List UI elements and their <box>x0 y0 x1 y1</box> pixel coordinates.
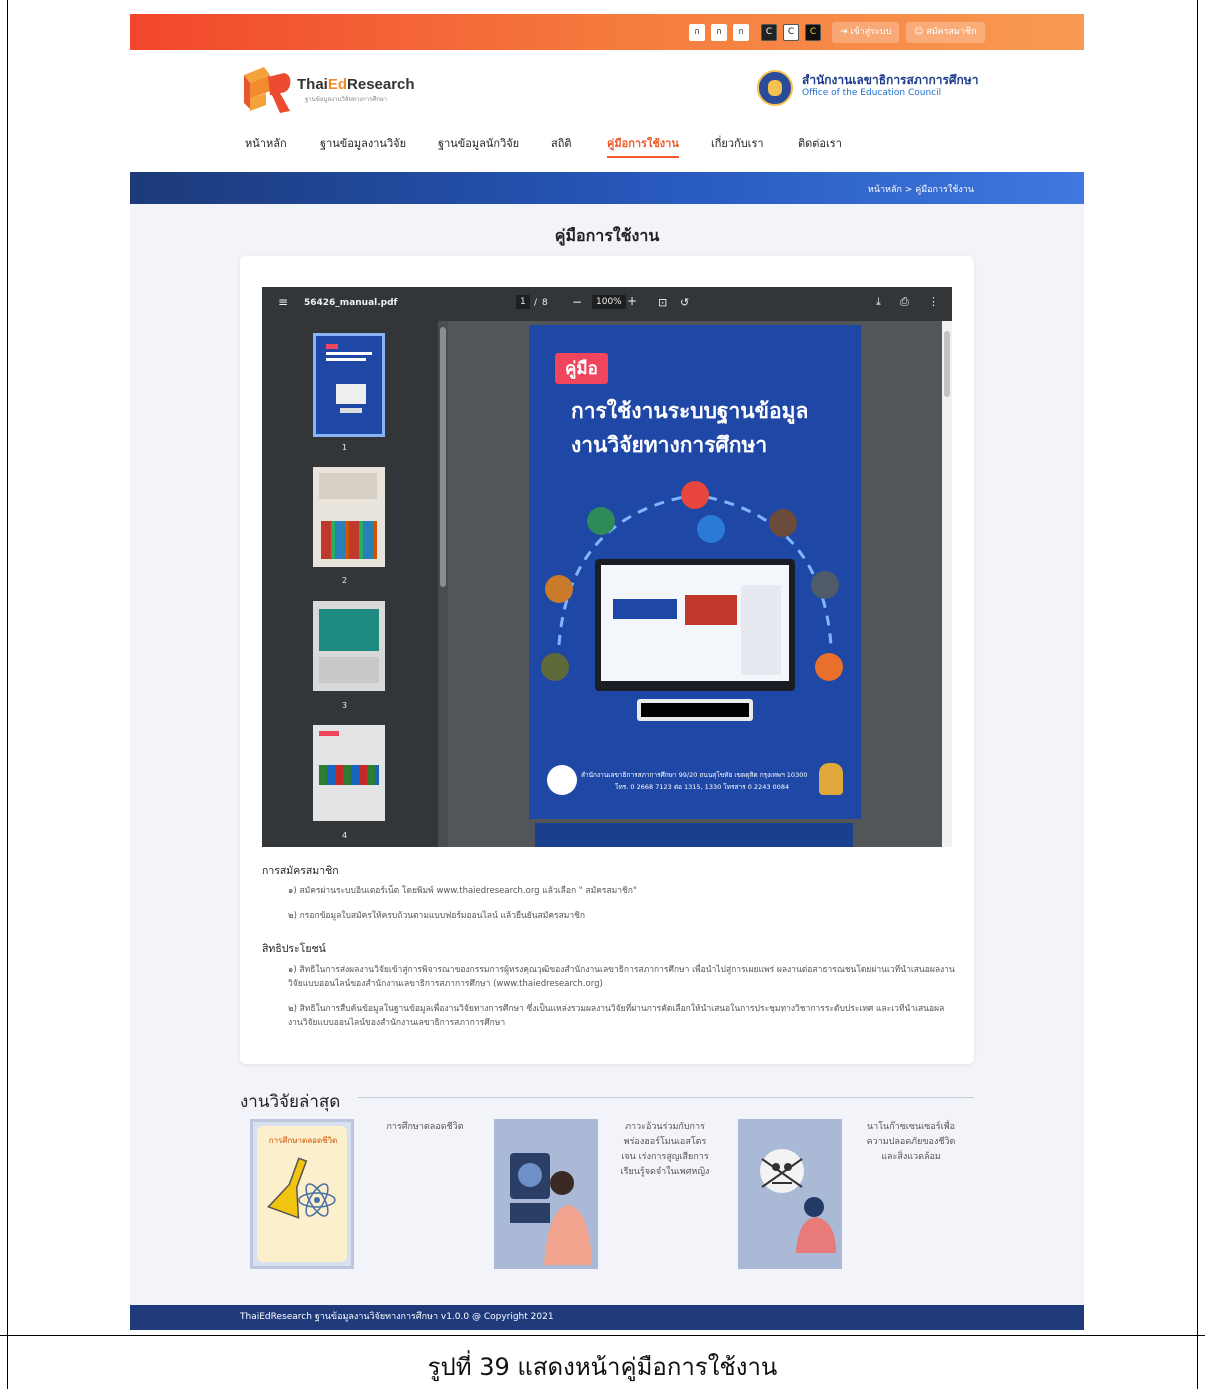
latest-divider <box>358 1097 974 1098</box>
research-cover-3[interactable] <box>738 1119 842 1269</box>
more-options-icon[interactable]: ⋮ <box>928 295 939 308</box>
nav-home[interactable]: หน้าหลัก <box>245 134 287 152</box>
font-size-small-button[interactable]: ก <box>689 24 705 41</box>
section-heading-benefits: สิทธิประโยชน์ <box>262 943 326 955</box>
page-scroll-thumb[interactable] <box>944 331 950 397</box>
top-bar: ก ก ก C C C ⇥ เข้าสู่ระบบ ☺ สมัครสมาชิก <box>130 14 1084 50</box>
pdf-viewer[interactable]: ≡ 56426_manual.pdf 1 / 8 − 100% + ⊡ ↺ ⤓ … <box>262 287 952 847</box>
benefit-1: ๑) สิทธิในการส่งผลงานวิจัยเข้าสู่การพิจา… <box>288 965 955 989</box>
nav-about[interactable]: เกี่ยวกับเรา <box>711 134 764 152</box>
cover-footer: สำนักงานเลขาธิการสภาการศึกษา 99/20 ถนนสุ… <box>581 771 808 791</box>
screenshot: ก ก ก C C C ⇥ เข้าสู่ระบบ ☺ สมัครสมาชิก … <box>130 14 1084 1330</box>
garuda-emblem-icon <box>819 763 843 795</box>
page-thumbnail-4[interactable] <box>313 725 385 821</box>
login-icon: ⇥ <box>840 27 851 37</box>
research-title-2[interactable]: ภาวะอ้วนร่วมกับการพร่องฮอร์โมนเอสโตรเจน … <box>618 1120 712 1180</box>
zoom-in-icon[interactable]: + <box>627 294 637 308</box>
pdf-filename: 56426_manual.pdf <box>304 298 398 308</box>
skull-gas-illustration-icon <box>760 1149 836 1253</box>
contrast-light-button[interactable]: C <box>783 24 799 41</box>
thumbnail-number: 1 <box>342 443 348 452</box>
page-thumbnail-2[interactable] <box>313 467 385 567</box>
fit-page-icon[interactable]: ⊡ <box>658 296 667 309</box>
main-nav: หน้าหลัก ฐานข้อมูลงานวิจัย ฐานข้อมูลนักว… <box>130 134 1084 158</box>
manual-card: ≡ 56426_manual.pdf 1 / 8 − 100% + ⊡ ↺ ⤓ … <box>240 256 974 1064</box>
brand-name[interactable]: ThaiEdResearch <box>297 76 415 93</box>
download-icon[interactable]: ⤓ <box>876 295 881 309</box>
page-number-input[interactable]: 1 <box>516 295 530 309</box>
page-title: คู่มือการใช้งาน <box>554 226 660 245</box>
page-separator: / <box>534 298 538 308</box>
brain-scan-illustration-icon <box>510 1153 592 1265</box>
pdf-page-2-peek <box>535 823 853 847</box>
research-cover-text: การศึกษาตลอดชีวิต <box>268 1136 338 1145</box>
research-cover-1[interactable]: การศึกษาตลอดชีวิต <box>250 1119 354 1269</box>
zoom-input[interactable]: 100% <box>592 295 626 309</box>
page-thumbnail-3[interactable] <box>313 601 385 691</box>
research-title-3[interactable]: นาโนก๊าซเซนเซอร์เพื่อความปลอดภัยของชีวิต… <box>864 1120 958 1165</box>
thumbnail-number: 4 <box>342 831 348 840</box>
page-scrollbar[interactable] <box>942 321 952 847</box>
site-header: ThaiEdResearch ฐานข้อมูลงานวิจัยทางการศึ… <box>130 50 1084 172</box>
brand-tagline: ฐานข้อมูลงานวิจัยทางการศึกษา <box>305 96 388 103</box>
register-button[interactable]: ☺ สมัครสมาชิก <box>906 22 985 43</box>
breadcrumb-band: หน้าหลัก > คู่มือการใช้งาน <box>130 172 1084 204</box>
rotate-icon[interactable]: ↺ <box>680 296 689 309</box>
flask-atom-icon <box>267 1157 336 1219</box>
pdf-toolbar: ≡ 56426_manual.pdf 1 / 8 − 100% + ⊡ ↺ ⤓ … <box>262 287 952 321</box>
user-icon: ☺ <box>914 27 927 37</box>
cover-title-line-1: การใช้งานระบบฐานข้อมูล <box>571 399 809 423</box>
cover-illustration <box>541 481 843 721</box>
site-footer: ThaiEdResearch ฐานข้อมูลงานวิจัยทางการศึ… <box>130 1305 1084 1330</box>
login-button[interactable]: ⇥ เข้าสู่ระบบ <box>832 22 900 43</box>
pdf-page-area[interactable]: คู่มือ การใช้งานระบบฐานข้อมูล งานวิจัยทา… <box>448 321 952 847</box>
cover-tag: คู่มือ <box>555 353 608 384</box>
onec-seal-icon <box>757 70 793 106</box>
figure-caption: รูปที่ 39 แสดงหน้าคู่มือการใช้งาน <box>427 1353 778 1381</box>
contrast-yellow-button[interactable]: C <box>805 24 821 41</box>
breadcrumb[interactable]: หน้าหลัก > คู่มือการใช้งาน <box>868 182 974 196</box>
thumbnail-number: 3 <box>342 701 348 710</box>
latest-research-title: งานวิจัยล่าสุด <box>240 1092 341 1112</box>
nav-research-db[interactable]: ฐานข้อมูลงานวิจัย <box>320 134 406 152</box>
sidebar-scrollbar[interactable] <box>438 321 448 847</box>
thumbnail-number: 2 <box>342 576 348 585</box>
frame-divider <box>0 1335 1205 1336</box>
nav-statistics[interactable]: สถิติ <box>551 134 572 152</box>
contrast-dark-button[interactable]: C <box>761 24 777 41</box>
benefit-2: ๒) สิทธิในการสืบค้นข้อมูลในฐานข้อมูลเพื่… <box>288 1004 945 1028</box>
page-thumbnail-1[interactable] <box>313 333 385 437</box>
manual-cover-page: คู่มือ การใช้งานระบบฐานข้อมูล งานวิจัยทา… <box>529 325 861 819</box>
research-title-1[interactable]: การศึกษาตลอดชีวิต <box>378 1120 472 1135</box>
font-size-medium-button[interactable]: ก <box>711 24 727 41</box>
thaiedresearch-logo-icon[interactable] <box>240 65 292 115</box>
nav-researcher-db[interactable]: ฐานข้อมูลนักวิจัย <box>438 134 519 152</box>
section-heading-register: การสมัครสมาชิก <box>262 865 339 877</box>
cover-title-line-2: งานวิจัยทางการศึกษา <box>571 433 768 457</box>
zoom-out-icon[interactable]: − <box>572 295 582 309</box>
research-cover-2[interactable] <box>494 1119 598 1269</box>
sidebar-scroll-thumb[interactable] <box>440 327 446 587</box>
font-size-large-button[interactable]: ก <box>733 24 749 41</box>
onec-name-en: Office of the Education Council <box>802 88 942 98</box>
menu-icon[interactable]: ≡ <box>278 295 288 309</box>
register-step-2: ๒) กรอกข้อมูลใบสมัครให้ครบถ้วนตามแบบฟอร์… <box>288 911 586 921</box>
thumbnail-sidebar: 1 2 3 4 <box>262 321 448 847</box>
page-total: 8 <box>542 298 548 308</box>
register-step-1: ๑) สมัครผ่านระบบอินเตอร์เน็ต โดยพิมพ์ ww… <box>288 886 637 896</box>
onec-seal-icon <box>547 765 577 795</box>
nav-contact[interactable]: ติดต่อเรา <box>798 134 842 152</box>
nav-manual[interactable]: คู่มือการใช้งาน <box>607 134 679 158</box>
print-icon[interactable]: ⎙ <box>900 295 909 309</box>
